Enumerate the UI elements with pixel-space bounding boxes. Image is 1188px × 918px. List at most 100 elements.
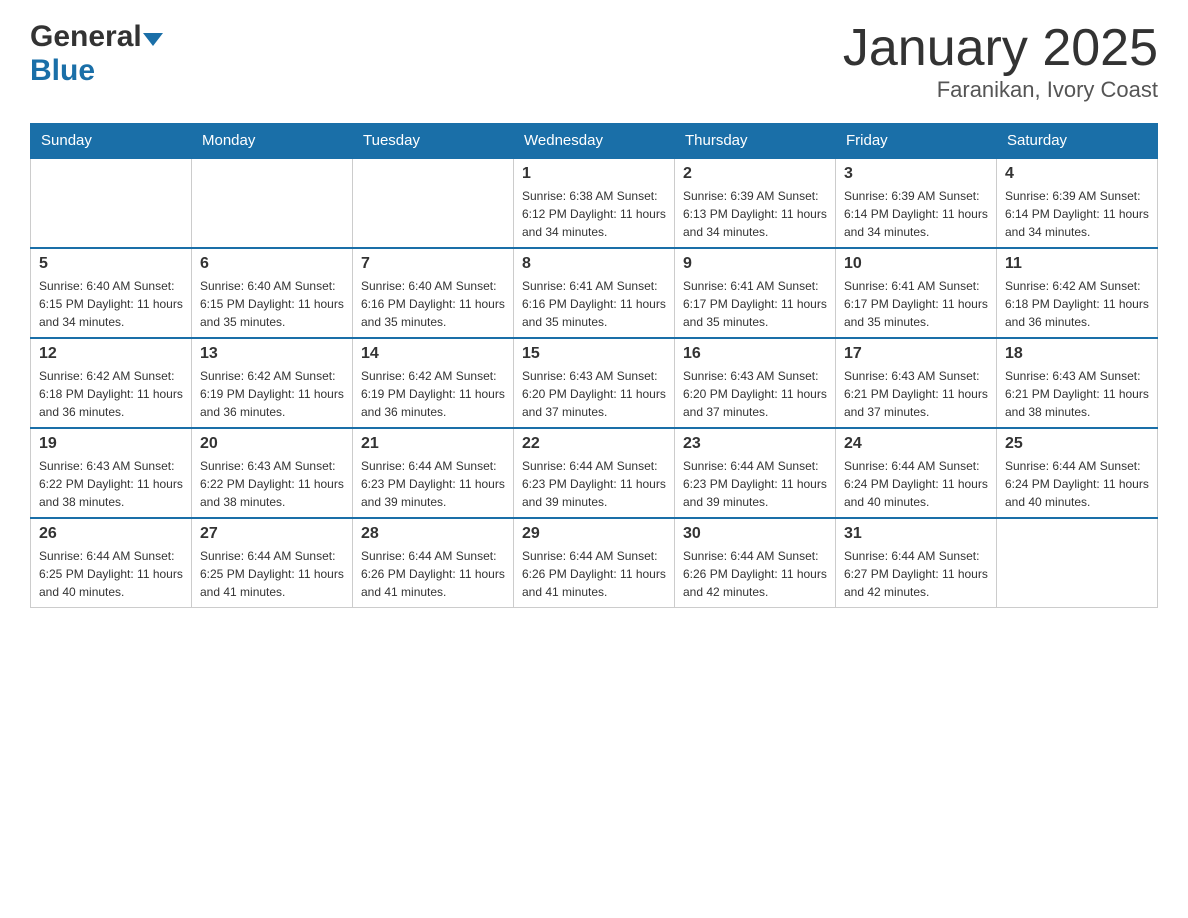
logo-blue-text: Blue: [30, 54, 95, 88]
day-number: 31: [844, 525, 988, 543]
day-number: 17: [844, 345, 988, 363]
calendar-cell: 4 Sunrise: 6:39 AM Sunset: 6:14 PM Daylig…: [997, 158, 1158, 248]
title-section: January 2025 Faranikan, Ivory Coast: [843, 20, 1158, 103]
calendar-cell: 27Sunrise: 6:44 AM Sunset: 6:25 PM Dayli…: [192, 518, 353, 608]
day-number: 1: [522, 165, 666, 183]
calendar-cell: 17 Sunrise: 6:43 AM Sunset: 6:21 PM Dayli…: [836, 338, 997, 428]
calendar-cell: 2 Sunrise: 6:39 AM Sunset: 6:13 PM Daylig…: [675, 158, 836, 248]
day-number: 20: [200, 435, 344, 453]
day-number: 16: [683, 345, 827, 363]
calendar-cell: 28 Sunrise: 6:44 AM Sunset: 6:26 PM Dayli…: [353, 518, 514, 608]
calendar-cell: [192, 158, 353, 248]
day-info: Sunrise: 6:43 AM Sunset: 6:22 PM Dayligh…: [200, 457, 344, 511]
calendar-cell: [31, 158, 192, 248]
day-number: 29: [522, 525, 666, 543]
day-number: 7: [361, 255, 505, 273]
day-info: Sunrise: 6:44 AM Sunset: 6:24 PM Dayligh…: [1005, 457, 1149, 511]
week-row-2: 5 Sunrise: 6:40 AM Sunset: 6:15 PM Daylig…: [31, 248, 1158, 338]
day-info: Sunrise: 6:40 AM Sunset: 6:16 PM Dayligh…: [361, 277, 505, 331]
day-info: Sunrise: 6:43 AM Sunset: 6:20 PM Dayligh…: [522, 367, 666, 421]
day-info: Sunrise: 6:41 AM Sunset: 6:17 PM Dayligh…: [683, 277, 827, 331]
week-row-1: 1 Sunrise: 6:38 AM Sunset: 6:12 PM Daylig…: [31, 158, 1158, 248]
day-info: Sunrise: 6:39 AM Sunset: 6:13 PM Dayligh…: [683, 187, 827, 241]
calendar-cell: 8 Sunrise: 6:41 AM Sunset: 6:16 PM Daylig…: [514, 248, 675, 338]
calendar-cell: 26Sunrise: 6:44 AM Sunset: 6:25 PM Dayli…: [31, 518, 192, 608]
day-info: Sunrise: 6:43 AM Sunset: 6:21 PM Dayligh…: [844, 367, 988, 421]
column-header-tuesday: Tuesday: [353, 124, 514, 159]
day-info: Sunrise: 6:40 AM Sunset: 6:15 PM Dayligh…: [200, 277, 344, 331]
day-info: Sunrise: 6:39 AM Sunset: 6:14 PM Dayligh…: [844, 187, 988, 241]
day-info: Sunrise: 6:44 AM Sunset: 6:26 PM Dayligh…: [683, 547, 827, 601]
day-info: Sunrise: 6:39 AM Sunset: 6:14 PM Dayligh…: [1005, 187, 1149, 241]
day-number: 12: [39, 345, 183, 363]
day-number: 19: [39, 435, 183, 453]
day-number: 27: [200, 525, 344, 543]
calendar-cell: [353, 158, 514, 248]
week-row-5: 26Sunrise: 6:44 AM Sunset: 6:25 PM Dayli…: [31, 518, 1158, 608]
logo-triangle-icon: [143, 33, 163, 46]
day-info: Sunrise: 6:43 AM Sunset: 6:20 PM Dayligh…: [683, 367, 827, 421]
calendar-cell: 11 Sunrise: 6:42 AM Sunset: 6:18 PM Dayli…: [997, 248, 1158, 338]
day-number: 6: [200, 255, 344, 273]
logo: General Blue: [30, 20, 163, 88]
calendar-cell: 13Sunrise: 6:42 AM Sunset: 6:19 PM Dayli…: [192, 338, 353, 428]
calendar-cell: 1 Sunrise: 6:38 AM Sunset: 6:12 PM Daylig…: [514, 158, 675, 248]
calendar-cell: 10Sunrise: 6:41 AM Sunset: 6:17 PM Dayli…: [836, 248, 997, 338]
day-number: 13: [200, 345, 344, 363]
day-number: 11: [1005, 255, 1149, 273]
day-number: 5: [39, 255, 183, 273]
calendar-cell: 3 Sunrise: 6:39 AM Sunset: 6:14 PM Daylig…: [836, 158, 997, 248]
calendar-cell: 14 Sunrise: 6:42 AM Sunset: 6:19 PM Dayli…: [353, 338, 514, 428]
day-number: 14: [361, 345, 505, 363]
day-number: 22: [522, 435, 666, 453]
calendar-header-row: SundayMondayTuesdayWednesdayThursdayFrid…: [31, 124, 1158, 159]
day-info: Sunrise: 6:44 AM Sunset: 6:23 PM Dayligh…: [683, 457, 827, 511]
day-info: Sunrise: 6:44 AM Sunset: 6:24 PM Dayligh…: [844, 457, 988, 511]
day-info: Sunrise: 6:44 AM Sunset: 6:26 PM Dayligh…: [361, 547, 505, 601]
day-info: Sunrise: 6:44 AM Sunset: 6:27 PM Dayligh…: [844, 547, 988, 601]
day-info: Sunrise: 6:41 AM Sunset: 6:17 PM Dayligh…: [844, 277, 988, 331]
day-info: Sunrise: 6:42 AM Sunset: 6:18 PM Dayligh…: [1005, 277, 1149, 331]
calendar-table: SundayMondayTuesdayWednesdayThursdayFrid…: [30, 123, 1158, 608]
calendar-cell: 24Sunrise: 6:44 AM Sunset: 6:24 PM Dayli…: [836, 428, 997, 518]
calendar-cell: 31 Sunrise: 6:44 AM Sunset: 6:27 PM Dayli…: [836, 518, 997, 608]
day-number: 26: [39, 525, 183, 543]
day-info: Sunrise: 6:41 AM Sunset: 6:16 PM Dayligh…: [522, 277, 666, 331]
day-info: Sunrise: 6:44 AM Sunset: 6:23 PM Dayligh…: [522, 457, 666, 511]
column-header-wednesday: Wednesday: [514, 124, 675, 159]
logo-general-text: General: [30, 20, 142, 54]
calendar-cell: 7 Sunrise: 6:40 AM Sunset: 6:16 PM Daylig…: [353, 248, 514, 338]
column-header-saturday: Saturday: [997, 124, 1158, 159]
day-number: 15: [522, 345, 666, 363]
calendar-cell: 22 Sunrise: 6:44 AM Sunset: 6:23 PM Dayli…: [514, 428, 675, 518]
day-info: Sunrise: 6:42 AM Sunset: 6:19 PM Dayligh…: [361, 367, 505, 421]
calendar-cell: 25Sunrise: 6:44 AM Sunset: 6:24 PM Dayli…: [997, 428, 1158, 518]
day-info: Sunrise: 6:42 AM Sunset: 6:18 PM Dayligh…: [39, 367, 183, 421]
day-number: 3: [844, 165, 988, 183]
column-header-thursday: Thursday: [675, 124, 836, 159]
day-info: Sunrise: 6:43 AM Sunset: 6:21 PM Dayligh…: [1005, 367, 1149, 421]
calendar-cell: 19 Sunrise: 6:43 AM Sunset: 6:22 PM Dayli…: [31, 428, 192, 518]
day-number: 4: [1005, 165, 1149, 183]
calendar-cell: 5Sunrise: 6:40 AM Sunset: 6:15 PM Daylig…: [31, 248, 192, 338]
month-title: January 2025: [843, 20, 1158, 77]
day-info: Sunrise: 6:44 AM Sunset: 6:26 PM Dayligh…: [522, 547, 666, 601]
day-number: 23: [683, 435, 827, 453]
calendar-cell: 30Sunrise: 6:44 AM Sunset: 6:26 PM Dayli…: [675, 518, 836, 608]
day-number: 21: [361, 435, 505, 453]
location-text: Faranikan, Ivory Coast: [843, 77, 1158, 103]
calendar-cell: [997, 518, 1158, 608]
day-number: 28: [361, 525, 505, 543]
column-header-friday: Friday: [836, 124, 997, 159]
day-info: Sunrise: 6:43 AM Sunset: 6:22 PM Dayligh…: [39, 457, 183, 511]
day-number: 2: [683, 165, 827, 183]
day-info: Sunrise: 6:38 AM Sunset: 6:12 PM Dayligh…: [522, 187, 666, 241]
calendar-cell: 9Sunrise: 6:41 AM Sunset: 6:17 PM Daylig…: [675, 248, 836, 338]
day-info: Sunrise: 6:44 AM Sunset: 6:23 PM Dayligh…: [361, 457, 505, 511]
week-row-3: 12 Sunrise: 6:42 AM Sunset: 6:18 PM Dayli…: [31, 338, 1158, 428]
day-number: 8: [522, 255, 666, 273]
calendar-cell: 21 Sunrise: 6:44 AM Sunset: 6:23 PM Dayli…: [353, 428, 514, 518]
calendar-cell: 16 Sunrise: 6:43 AM Sunset: 6:20 PM Dayli…: [675, 338, 836, 428]
calendar-cell: 18Sunrise: 6:43 AM Sunset: 6:21 PM Dayli…: [997, 338, 1158, 428]
calendar-cell: 12 Sunrise: 6:42 AM Sunset: 6:18 PM Dayli…: [31, 338, 192, 428]
